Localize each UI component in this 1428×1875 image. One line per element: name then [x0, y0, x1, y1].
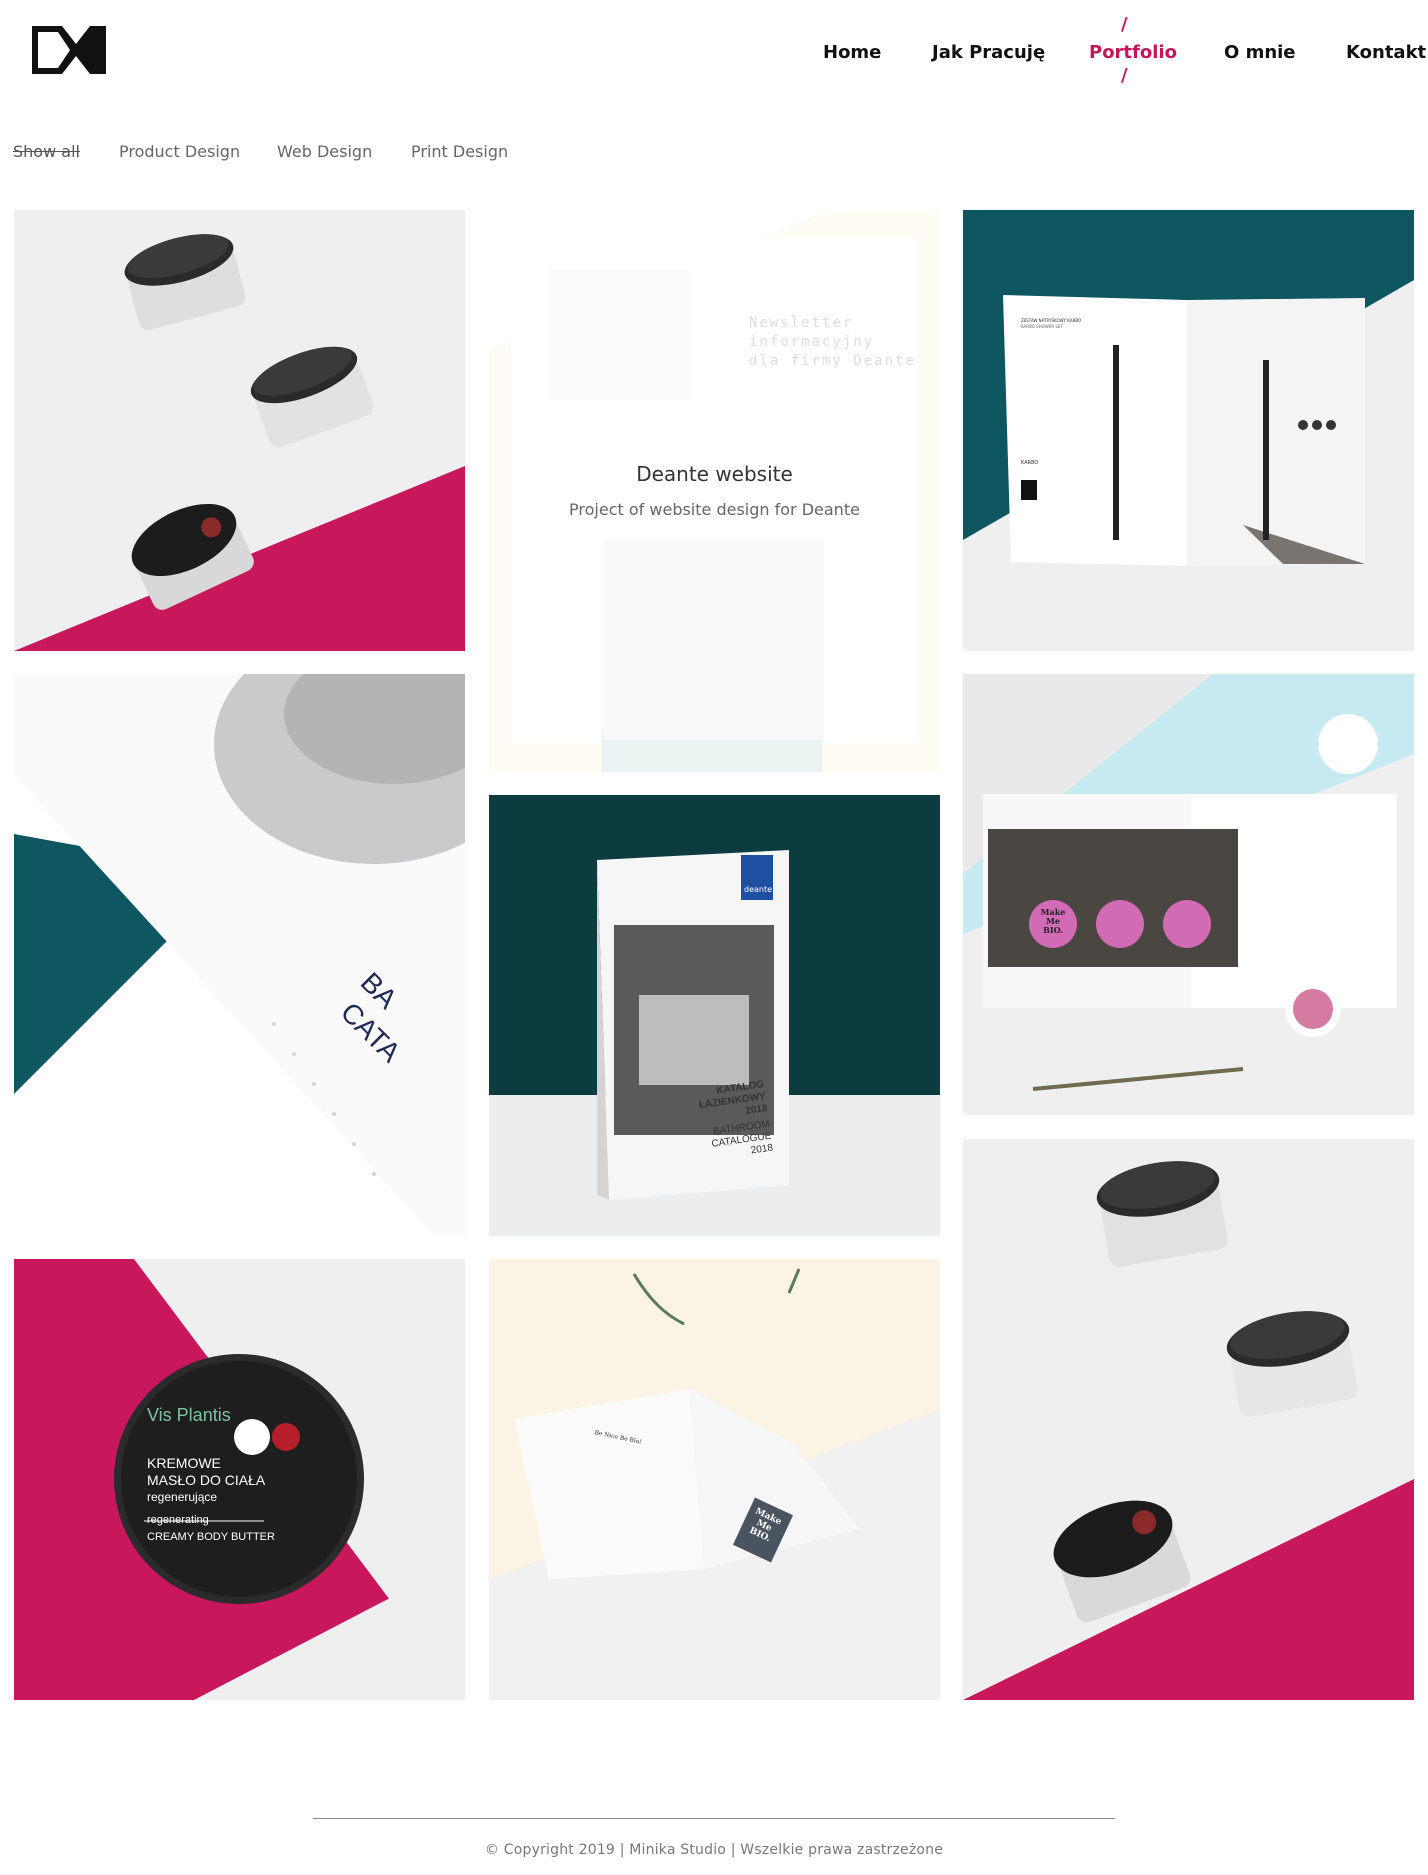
portfolio-tile-make-me-bio-folder[interactable]: Be Nice Be Bio! Make Me BIO.: [489, 1259, 940, 1700]
jar-brand: Vis Plantis: [147, 1405, 231, 1425]
footer-divider: [313, 1818, 1115, 1819]
portfolio-tile-creamy-body-butter[interactable]: Vis Plantis KREMOWE MASŁO DO CIAŁA regen…: [14, 1259, 465, 1700]
booklet-line1: ZESTAW NATRYSKOWY KARBO: [1021, 318, 1082, 323]
filter-web-design[interactable]: Web Design: [277, 140, 372, 164]
footer-copyright: © Copyright 2019 | Minika Studio | Wszel…: [484, 1842, 944, 1858]
tile-title: Deante website: [636, 462, 793, 486]
jars-2-image: [963, 1139, 1414, 1700]
active-slash-bottom-icon: /: [1121, 65, 1128, 86]
portfolio-tile-deante-website[interactable]: Newsletter informacyjny dla firmy Deante…: [489, 210, 940, 772]
jar-text-line1: KREMOWE: [147, 1455, 221, 1471]
bathroom-catalogue-image: [489, 795, 940, 1236]
catalog-brand: deante: [743, 885, 773, 894]
main-nav: Home Jak Pracuję / Portfolio / O mnie Ko…: [0, 14, 1428, 86]
folder-image: [489, 1259, 940, 1700]
nav-o-mnie[interactable]: O mnie: [1224, 38, 1296, 68]
make-me-bio-booklet-image: [963, 674, 1414, 1115]
booklet-line3: KARBO: [1021, 460, 1039, 466]
catalog-title: KATALOG ŁAZIENKOWY 2018 BATHROOM CATALOG…: [674, 1079, 774, 1167]
hover-overlay: [489, 210, 940, 772]
tile-subtitle: Project of website design for Deante: [569, 500, 860, 519]
portfolio-filters: Show all Product Design Web Design Print…: [13, 140, 613, 164]
nav-kontakt[interactable]: Kontakt: [1346, 38, 1426, 68]
booklet-image: [963, 210, 1414, 651]
portfolio-tile-karbo-booklet[interactable]: ZESTAW NATRYSKOWY KARBO KARBO SHOWER SET…: [963, 210, 1414, 651]
jar-text-line4: regenerating: [147, 1514, 209, 1526]
jar-label-line3: BIO.: [1043, 925, 1063, 935]
portfolio-tile-bathroom-catalogue[interactable]: deante KATALOG ŁAZIENKOWY 2018 BATHROOM …: [489, 795, 940, 1236]
jar-text-line3: regenerujące: [147, 1490, 218, 1504]
jar-text: KREMOWE MASŁO DO CIAŁA regenerujące rege…: [147, 1455, 275, 1546]
portfolio-tile-vis-plantis-jars[interactable]: [14, 210, 465, 651]
active-slash-top-icon: /: [1121, 14, 1128, 35]
newsletter-line3: dla firmy Deante: [749, 353, 916, 369]
catalogue-closeup-image: BA CATA: [14, 674, 465, 1235]
portfolio-tile-catalogue-closeup[interactable]: BA CATA: [14, 674, 465, 1235]
jar-text-line5: CREAMY BODY BUTTER: [147, 1531, 275, 1543]
filter-show-all[interactable]: Show all: [13, 140, 80, 164]
newsletter-line1: Newsletter: [749, 315, 854, 331]
filter-product-design[interactable]: Product Design: [119, 140, 240, 164]
jars-image: [14, 210, 465, 651]
jar-text-line2: MASŁO DO CIAŁA: [147, 1472, 266, 1488]
portfolio-tile-make-me-bio-booklet[interactable]: Make Me BIO.: [963, 674, 1414, 1115]
newsletter-text: Newsletter informacyjny dla firmy Deante: [749, 314, 916, 371]
newsletter-line2: informacyjny: [749, 334, 875, 350]
nav-portfolio[interactable]: Portfolio: [1089, 38, 1177, 68]
booklet-line2: KARBO SHOWER SET: [1021, 324, 1063, 329]
jar-label: Make Me BIO.: [1038, 908, 1068, 935]
nav-jak-pracuje[interactable]: Jak Pracuję: [932, 38, 1045, 68]
nav-home[interactable]: Home: [823, 38, 881, 68]
filter-print-design[interactable]: Print Design: [411, 140, 508, 164]
portfolio-tile-vis-plantis-jars-2[interactable]: [963, 1139, 1414, 1700]
